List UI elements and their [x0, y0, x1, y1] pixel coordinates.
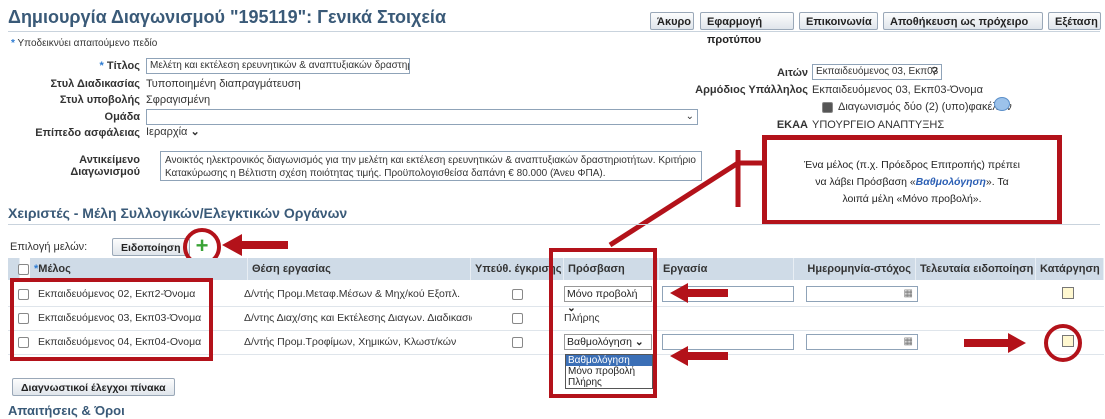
two-envelope-checkbox[interactable]	[822, 102, 833, 113]
target-date-input[interactable]: ▦	[806, 286, 918, 302]
two-envelope-label: Διαγωνισμός δύο (2) (υπο)φακέλων	[838, 101, 1012, 113]
edit-icon[interactable]	[1062, 287, 1074, 299]
group-label: Ομάδα	[104, 111, 140, 123]
header-divider	[8, 31, 1100, 32]
col-remove: Κατάργηση	[1036, 258, 1104, 280]
arrow-right-icon	[964, 333, 1026, 353]
arrow-left-icon	[222, 234, 288, 256]
object-label: Αντικείμενο Διαγωνισμού	[70, 154, 140, 178]
callout-line-1: Ένα μέλος (π.χ. Πρόεδρος Επιτροπής) πρέπ…	[804, 159, 1020, 171]
notify-button[interactable]: Ειδοποίηση	[112, 238, 190, 256]
callout-connector	[608, 150, 765, 248]
submit-style-value: Σφραγισμένη	[146, 94, 211, 106]
access-highlight-box	[549, 248, 657, 398]
target-date-input[interactable]: ▦	[806, 334, 918, 350]
member-position: Δ/ντής Προμ.Μεταφ.Μέσων & Μηχ/κού Εξοπλ.	[244, 288, 461, 300]
members-section-title: Χειριστές - Μέλη Συλλογικών/Ελεγκτικών Ο…	[8, 205, 348, 221]
info-icon[interactable]	[994, 97, 1010, 111]
cancel-button[interactable]: Άκυρο	[650, 12, 694, 30]
col-task: Εργασία	[659, 258, 794, 280]
arrow-left-icon	[670, 346, 728, 366]
requester-label: Αιτών	[776, 67, 808, 79]
page-title: Δημιουργία Διαγωνισμού "195119": Γενικά …	[8, 7, 447, 27]
terms-section-title: Απαιτήσεις & Όροι	[8, 403, 125, 418]
select-all-checkbox[interactable]	[18, 264, 29, 275]
chevron-down-icon: ⌄	[685, 111, 694, 122]
col-position: Θέση εργασίας	[248, 258, 471, 280]
search-icon[interactable]: ⚲	[931, 65, 938, 79]
proc-style-value: Τυποποιημένη διαπραγμάτευση	[146, 78, 301, 90]
approver-checkbox[interactable]	[512, 289, 523, 300]
officer-label: Αρμόδιος Υπάλληλος	[695, 84, 808, 96]
annotation-callout: Ένα μέλος (π.χ. Πρόεδρος Επιτροπής) πρέπ…	[762, 135, 1062, 225]
calendar-icon[interactable]: ▦	[904, 287, 913, 301]
callout-line-3: λοιπά μέλη «Μόνο προβολή».	[842, 193, 982, 205]
edit-highlight-circle	[1044, 324, 1082, 362]
select-members-label: Επιλογή μελών:	[10, 241, 88, 253]
security-select[interactable]: Ιεραρχία ⌄	[146, 125, 200, 138]
member-position: Δ/ντης Διαχ/σης και Εκτέλεσης Διαγων. Δι…	[244, 312, 472, 324]
requester-input[interactable]: Εκπαιδευόμενος 03, Εκπ03 ⚲	[812, 64, 942, 80]
arrow-left-icon	[670, 283, 728, 303]
required-note: * Υποδεικνύει απαιτούμενο πεδίο	[11, 38, 158, 49]
save-draft-button[interactable]: Αποθήκευση ως πρόχειρο	[883, 12, 1043, 30]
review-button[interactable]: Εξέταση	[1048, 12, 1101, 30]
table-diagnostics-button[interactable]: Διαγνωστικοί έλεγχοι πίνακα	[12, 378, 175, 396]
calendar-icon[interactable]: ▦	[904, 335, 913, 349]
section-divider	[8, 224, 1100, 225]
security-label: Επίπεδο ασφάλειας	[35, 127, 140, 139]
callout-line-2: να λάβει Πρόσβαση «Βαθμολόγηση». Τα	[815, 176, 1009, 188]
communication-button[interactable]: Επικοινωνία	[799, 12, 878, 30]
chevron-down-icon: ⌄	[190, 126, 200, 138]
approver-checkbox[interactable]	[512, 337, 523, 348]
member-position: Δ/ντής Προμ.Τροφίμων, Χημικών, Κλωστ/κών	[244, 336, 457, 348]
col-last-notice: Τελευταία ειδοποίηση	[916, 258, 1036, 280]
ekaa-label: ΕΚΑΑ	[776, 119, 808, 131]
col-member: *Μέλος	[30, 258, 248, 280]
group-select[interactable]: ⌄	[146, 109, 698, 125]
submit-style-label: Στυλ υποβολής	[59, 94, 140, 106]
proc-style-label: Στυλ Διαδικασίας	[50, 78, 140, 90]
col-target-date: Ημερομηνία-στόχος	[794, 258, 916, 280]
title-label: * Τίτλος	[99, 60, 140, 72]
ekaa-value: ΥΠΟΥΡΓΕΙΟ ΑΝΑΠΤΥΞΗΣ	[812, 119, 945, 131]
members-highlight-box	[10, 278, 213, 361]
add-member-icon[interactable]: +	[190, 232, 214, 260]
apply-template-button[interactable]: Εφαρμογή προτύπου	[700, 12, 794, 46]
approver-checkbox[interactable]	[512, 313, 523, 324]
officer-value: Εκπαιδευόμενος 03, Εκπ03-Όνομα	[812, 84, 983, 96]
title-input[interactable]: Μελέτη και εκτέλεση ερευνητικών & αναπτυ…	[146, 58, 410, 74]
